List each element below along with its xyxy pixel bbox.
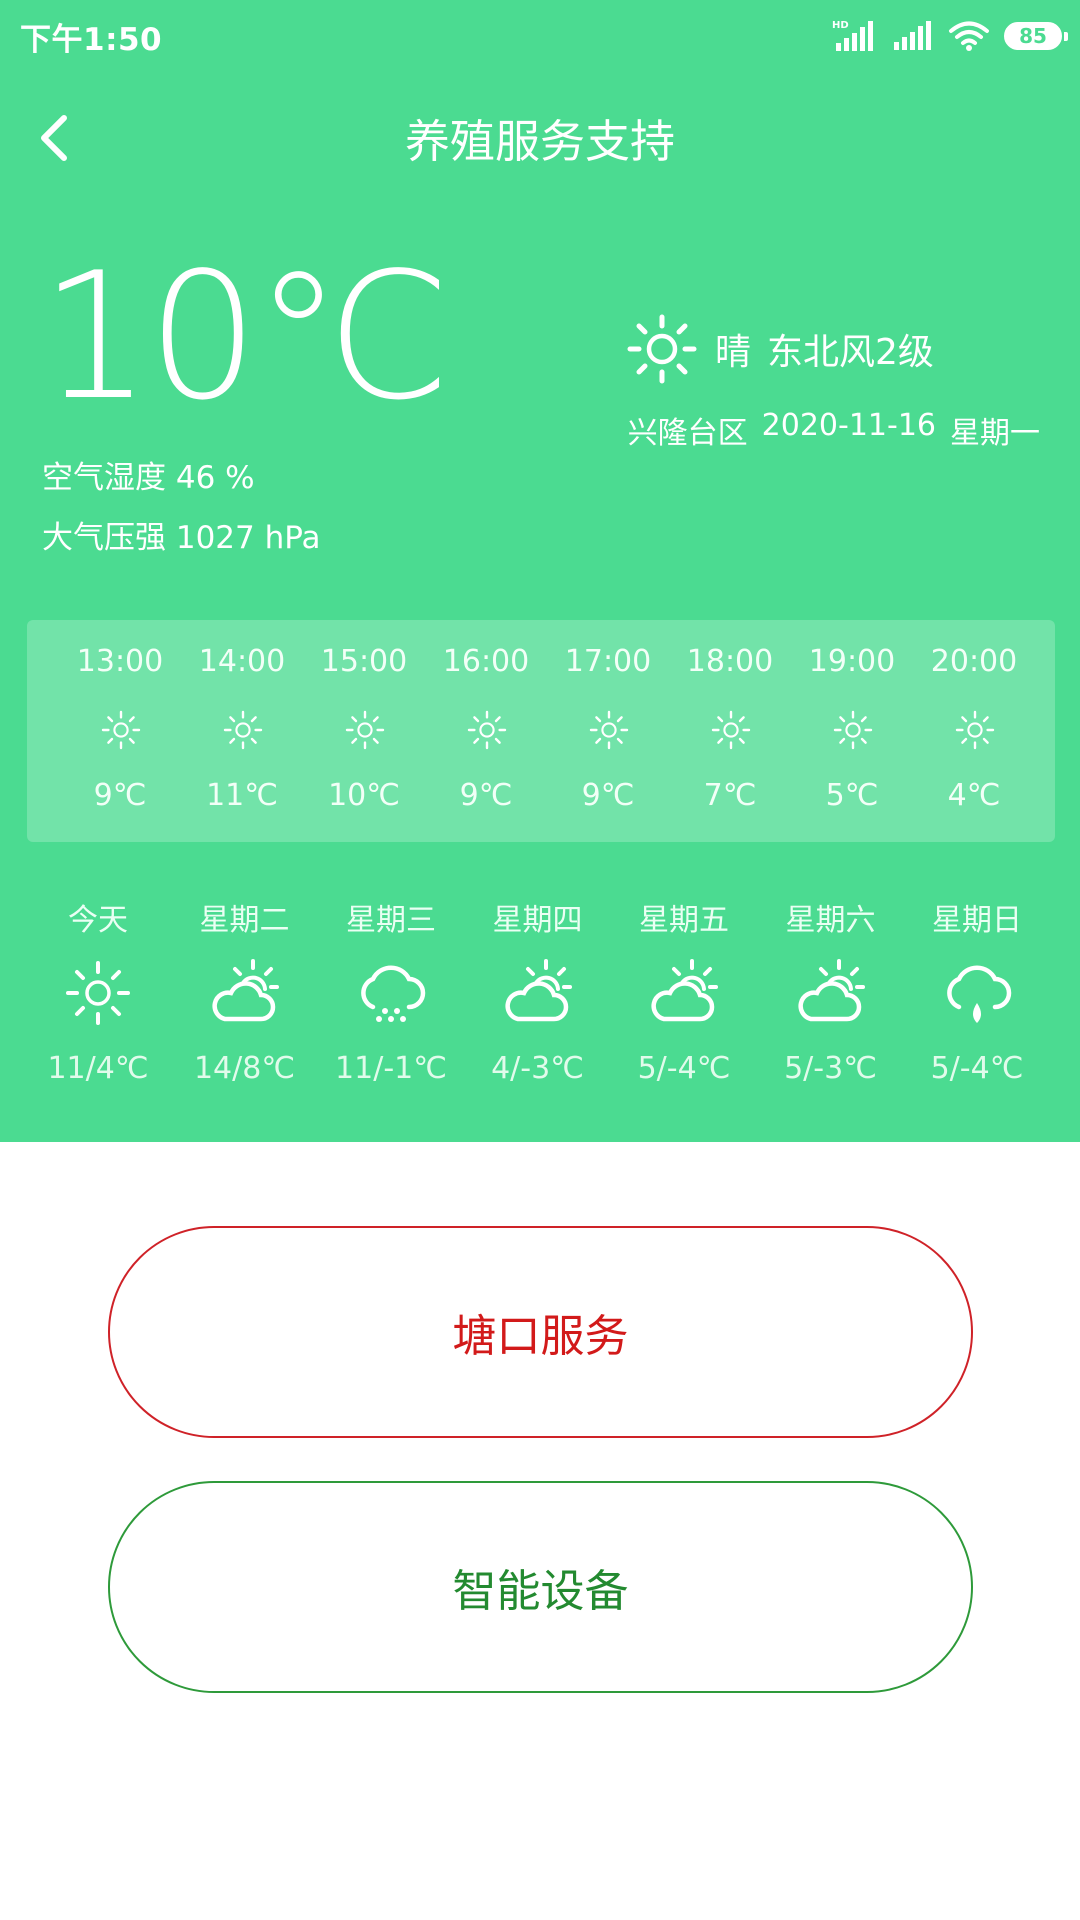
sun-icon <box>627 314 697 384</box>
partly-cloudy-icon <box>644 953 724 1033</box>
hourly-temp: 5℃ <box>825 778 879 813</box>
rain-cloud-icon <box>937 953 1017 1033</box>
pressure-value: 1027 hPa <box>175 520 321 556</box>
location-date-row: 兴隆台区 2020-11-16 星期一 <box>628 408 1040 452</box>
weather-header-panel: 下午1:50 HD 85 养殖服务支持 10℃ 空气湿度 46 % 大气压强 1… <box>0 0 1080 1142</box>
sun-icon <box>219 706 267 758</box>
sun-icon <box>707 706 755 758</box>
daily-temp: 5/-4℃ <box>930 1051 1024 1086</box>
sun-icon <box>97 706 145 758</box>
daily-item: 星期四 4/-3℃ <box>468 895 608 1086</box>
daily-day: 今天 <box>68 903 128 938</box>
sun-icon <box>58 953 138 1033</box>
daily-item: 星期五 5/-4℃ <box>614 895 754 1086</box>
condition-text: 晴 <box>715 332 752 373</box>
hourly-time: 13:00 <box>76 644 164 679</box>
pond-service-label: 塘口服务 <box>452 1311 629 1362</box>
smart-device-button[interactable]: 智能设备 <box>108 1481 973 1693</box>
daily-temp: 11/4℃ <box>47 1051 149 1086</box>
daily-day: 星期三 <box>346 903 436 938</box>
sun-icon <box>585 706 633 758</box>
battery-icon: 85 <box>1004 22 1068 50</box>
hourly-temp: 4℃ <box>947 778 1001 813</box>
daily-day: 星期五 <box>639 903 729 938</box>
hourly-temp: 10℃ <box>328 778 400 813</box>
daily-item: 星期六 5/-3℃ <box>761 895 901 1086</box>
daily-temp: 4/-3℃ <box>491 1051 584 1086</box>
partly-cloudy-icon <box>791 953 871 1033</box>
humidity-label: 空气湿度 <box>42 460 166 496</box>
daily-temp: 5/-3℃ <box>784 1051 877 1086</box>
pressure-label: 大气压强 <box>42 520 166 556</box>
svg-text:HD: HD <box>832 20 849 31</box>
daily-item: 星期二 14/8℃ <box>175 895 315 1086</box>
daily-day: 星期二 <box>199 903 290 938</box>
sun-icon <box>829 706 877 758</box>
humidity-value: 46 % <box>175 460 255 496</box>
sun-icon <box>951 706 999 758</box>
status-icons: HD 85 <box>832 16 1068 56</box>
hourly-time: 19:00 <box>808 644 896 679</box>
daily-day: 星期六 <box>785 903 876 938</box>
snow-cloud-icon <box>351 953 431 1033</box>
daily-item: 星期三 11/-1℃ <box>321 895 461 1086</box>
daily-day: 星期四 <box>492 903 583 938</box>
hourly-temp: 7℃ <box>703 778 757 813</box>
date-text: 2020-11-16 <box>761 408 936 443</box>
daily-item: 今天 11/4℃ <box>28 895 168 1086</box>
pond-service-button[interactable]: 塘口服务 <box>108 1226 973 1438</box>
condition-row: 晴 东北风2级 <box>625 312 934 386</box>
humidity-row: 空气湿度 46 % <box>42 452 255 497</box>
hourly-time: 15:00 <box>320 644 408 679</box>
wind-text: 东北风2级 <box>767 332 934 373</box>
hourly-temp: 11℃ <box>206 778 278 813</box>
hd-signal-icon: HD <box>832 20 873 51</box>
current-temperature: 10℃ <box>40 236 451 439</box>
hourly-forecast-panel: 13:00 9℃ 14:00 11℃ 15:00 10℃ 16:00 9℃ 17… <box>27 620 1055 842</box>
signal-icon <box>894 21 931 50</box>
daily-item: 星期日 5/-4℃ <box>907 895 1047 1086</box>
pressure-row: 大气压强 1027 hPa <box>42 512 321 557</box>
status-time: 下午1:50 <box>20 22 163 58</box>
sun-icon <box>341 706 389 758</box>
hourly-temp: 9℃ <box>581 778 635 813</box>
partly-cloudy-icon <box>205 953 285 1033</box>
wifi-icon <box>949 21 989 51</box>
partly-cloudy-icon <box>498 953 578 1033</box>
page-title: 养殖服务支持 <box>404 115 675 168</box>
sun-icon <box>463 706 511 758</box>
hourly-time: 18:00 <box>686 644 774 679</box>
daily-temp: 5/-4℃ <box>637 1051 731 1086</box>
daily-day: 星期日 <box>932 903 1022 938</box>
weekday-text: 星期一 <box>950 416 1040 451</box>
hourly-time: 20:00 <box>930 644 1018 679</box>
hourly-time: 16:00 <box>442 644 530 679</box>
smart-device-label: 智能设备 <box>452 1566 629 1617</box>
battery-level: 85 <box>1019 24 1047 48</box>
location-text: 兴隆台区 <box>627 416 748 451</box>
hourly-time: 17:00 <box>564 644 652 679</box>
hourly-temp: 9℃ <box>93 778 147 813</box>
daily-temp: 14/8℃ <box>193 1051 296 1086</box>
hourly-temp: 9℃ <box>459 778 513 813</box>
hourly-time: 14:00 <box>198 644 286 679</box>
daily-temp: 11/-1℃ <box>335 1051 447 1086</box>
